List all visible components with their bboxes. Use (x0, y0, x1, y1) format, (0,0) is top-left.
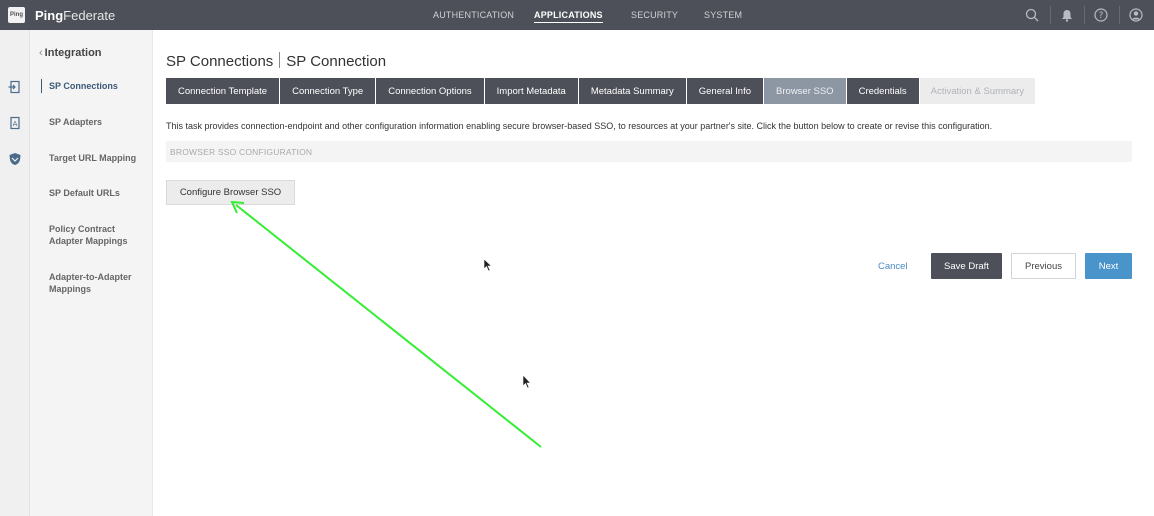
tab-connection-options[interactable]: Connection Options (376, 78, 485, 104)
configure-browser-sso-button[interactable]: Configure Browser SSO (166, 180, 295, 205)
ping-logo-icon[interactable]: Ping (8, 7, 25, 23)
section-title: BROWSER SSO CONFIGURATION (166, 141, 1132, 162)
search-icon[interactable] (1024, 7, 1040, 23)
main-content: SP Connections SP Connection Connection T… (153, 30, 1154, 516)
save-draft-button[interactable]: Save Draft (931, 253, 1002, 279)
next-button[interactable]: Next (1085, 253, 1132, 279)
top-separator (1050, 6, 1051, 24)
sidebar-item-sp-adapters[interactable]: SP Adapters (49, 116, 149, 128)
nav-applications[interactable]: APPLICATIONS (534, 10, 603, 23)
help-icon[interactable]: ? (1093, 7, 1109, 23)
chevron-left-icon: ‹ (39, 47, 43, 59)
breadcrumb-sp-connections[interactable]: SP Connections (166, 53, 273, 70)
top-bar: Ping PingFederate AUTHENTICATION APPLICA… (0, 0, 1154, 30)
nav-authentication[interactable]: AUTHENTICATION (433, 10, 514, 20)
svg-text:A: A (13, 120, 18, 128)
icon-rail: A (0, 30, 30, 516)
breadcrumb-separator (279, 52, 281, 68)
tab-connection-type[interactable]: Connection Type (280, 78, 377, 104)
sidebar-item-policy-contract-adapter-mappings[interactable]: Policy Contract Adapter Mappings (49, 223, 129, 247)
top-separator (1119, 6, 1120, 24)
task-description: This task provides connection-endpoint a… (166, 121, 993, 131)
app-title: PingFederate (35, 8, 116, 23)
wizard-tabs: Connection Template Connection Type Conn… (166, 78, 1037, 104)
active-indicator (41, 79, 42, 93)
breadcrumb-sp-connection: SP Connection (286, 53, 387, 70)
tab-browser-sso[interactable]: Browser SSO (764, 78, 847, 104)
bell-icon[interactable] (1059, 7, 1075, 23)
nav-system[interactable]: SYSTEM (704, 10, 742, 20)
sidebar-item-target-url-mapping[interactable]: Target URL Mapping (49, 152, 149, 164)
adapter-icon[interactable]: A (8, 116, 22, 130)
tab-general-info[interactable]: General Info (686, 78, 765, 104)
user-icon[interactable] (1128, 7, 1144, 23)
sidebar-item-adapter-to-adapter-mappings[interactable]: Adapter-to-Adapter Mappings (49, 271, 139, 295)
shield-icon[interactable] (8, 152, 22, 166)
cancel-link[interactable]: Cancel (878, 261, 908, 272)
breadcrumb: SP Connections SP Connection (166, 52, 386, 70)
sidebar: ‹ Integration SP Connections SP Adapters … (30, 30, 153, 516)
nav-security[interactable]: SECURITY (631, 10, 678, 20)
top-icons: ? (1024, 0, 1154, 30)
connection-icon[interactable] (8, 80, 22, 94)
top-separator (1084, 6, 1085, 24)
back-link-integration[interactable]: ‹ Integration (39, 47, 102, 59)
tab-import-metadata[interactable]: Import Metadata (484, 78, 579, 104)
previous-button[interactable]: Previous (1011, 253, 1076, 279)
tab-credentials[interactable]: Credentials (846, 78, 920, 104)
sidebar-item-sp-connections[interactable]: SP Connections (49, 80, 149, 92)
svg-text:?: ? (1099, 11, 1104, 21)
tab-activation-summary: Activation & Summary (919, 78, 1037, 104)
tab-metadata-summary[interactable]: Metadata Summary (578, 78, 687, 104)
tab-connection-template[interactable]: Connection Template (166, 78, 281, 104)
sidebar-item-sp-default-urls[interactable]: SP Default URLs (49, 187, 149, 199)
